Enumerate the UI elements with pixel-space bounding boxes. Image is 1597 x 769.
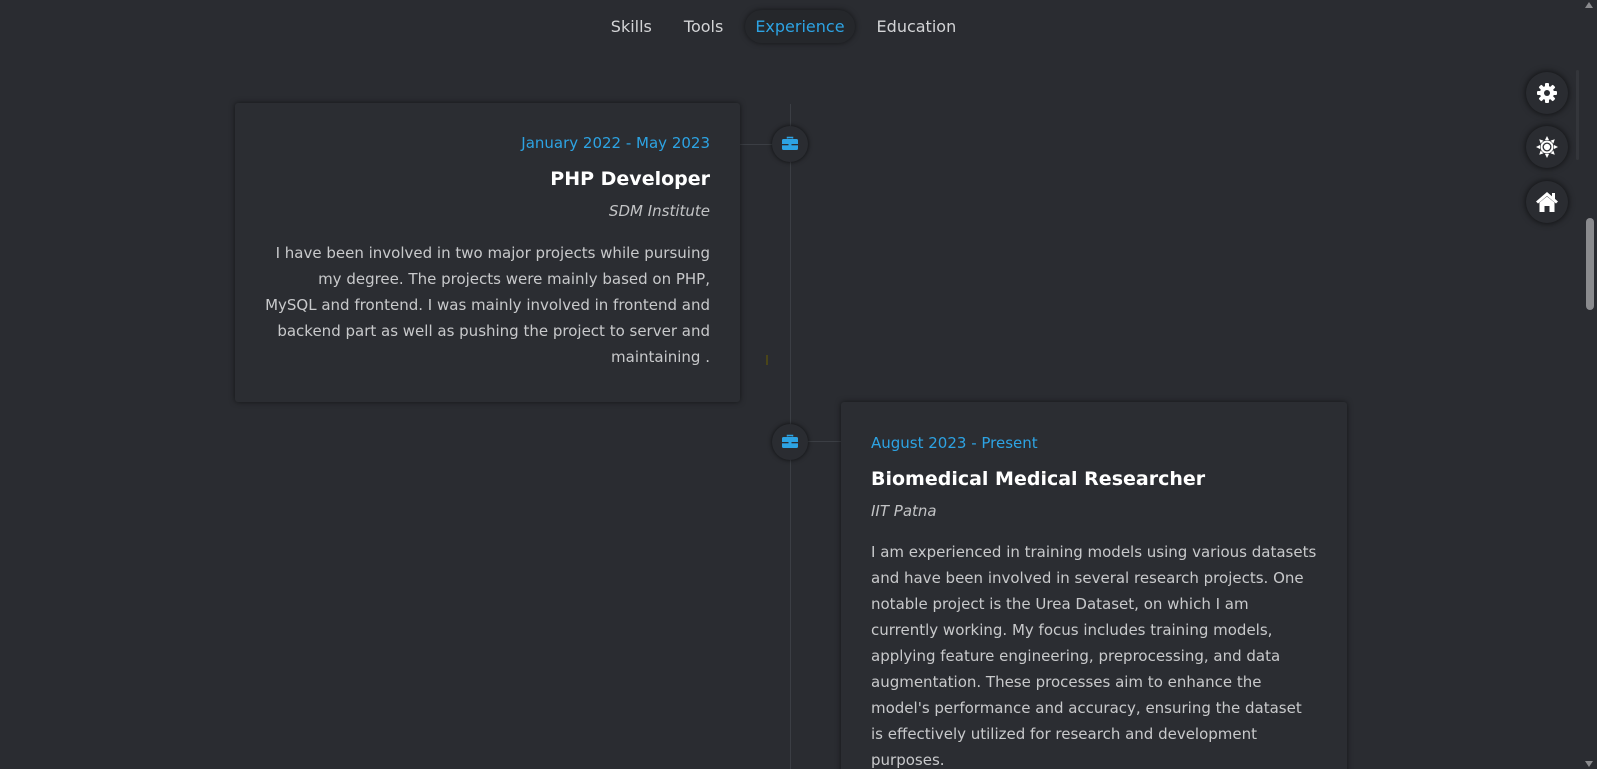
experience-date: January 2022 - May 2023 bbox=[521, 134, 710, 152]
page-scrollbar[interactable] bbox=[1581, 0, 1597, 769]
tab-education[interactable]: Education bbox=[867, 10, 967, 43]
sun-icon bbox=[1536, 136, 1558, 158]
experience-description: I am experienced in training models usin… bbox=[871, 543, 1317, 769]
tab-tools[interactable]: Tools bbox=[674, 10, 733, 43]
briefcase-icon bbox=[782, 434, 798, 448]
experience-title: Biomedical Medical Researcher bbox=[871, 468, 1206, 490]
home-icon bbox=[1536, 192, 1558, 212]
tab-skills[interactable]: Skills bbox=[601, 10, 662, 43]
theme-toggle-button[interactable] bbox=[1526, 126, 1568, 168]
experience-description: I have been involved in two major projec… bbox=[265, 244, 710, 366]
gear-icon bbox=[1537, 83, 1557, 103]
experience-organization: SDM Institute bbox=[608, 202, 710, 220]
scroll-up-arrow[interactable] bbox=[1585, 2, 1593, 8]
section-nav: Skills Tools Experience Education bbox=[0, 10, 1597, 43]
timeline-tick bbox=[766, 355, 768, 365]
briefcase-icon bbox=[782, 136, 798, 150]
experience-organization: IIT Patna bbox=[871, 502, 937, 520]
scroll-down-arrow[interactable] bbox=[1585, 761, 1593, 767]
timeline-marker bbox=[772, 424, 808, 460]
scroll-thumb[interactable] bbox=[1586, 218, 1594, 310]
experience-card: January 2022 - May 2023 PHP Developer SD… bbox=[235, 103, 740, 402]
home-button[interactable] bbox=[1526, 181, 1568, 223]
page: Skills Tools Experience Education Januar… bbox=[0, 0, 1597, 769]
timeline-marker bbox=[772, 126, 808, 162]
experience-title: PHP Developer bbox=[550, 168, 710, 190]
settings-button[interactable] bbox=[1526, 72, 1568, 114]
experience-card: August 2023 - Present Biomedical Medical… bbox=[841, 402, 1347, 769]
tab-experience[interactable]: Experience bbox=[745, 10, 855, 43]
experience-date: August 2023 - Present bbox=[871, 434, 1038, 452]
inner-scrollbar[interactable] bbox=[1576, 70, 1579, 160]
